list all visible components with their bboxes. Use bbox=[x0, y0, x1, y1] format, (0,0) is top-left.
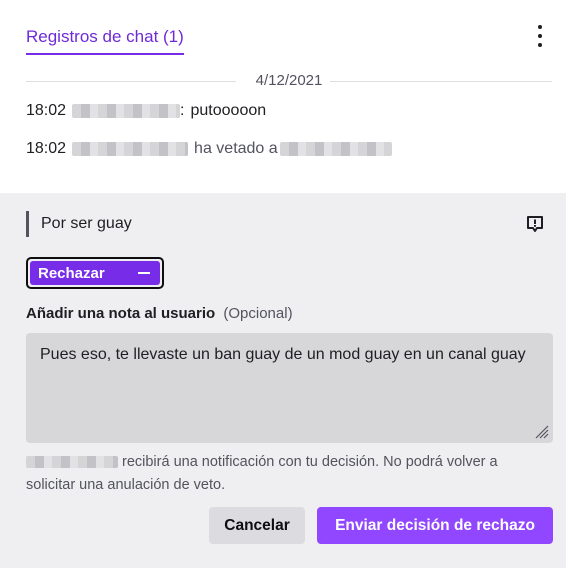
tab-chat-logs[interactable]: Registros de chat (1) bbox=[26, 27, 184, 55]
redacted-username bbox=[72, 104, 181, 118]
unban-request-panel: Por ser guay Rechazar Añadir una nota al… bbox=[0, 193, 566, 568]
resize-handle-icon[interactable] bbox=[535, 425, 549, 439]
note-optional-text: (Opcional) bbox=[223, 305, 293, 322]
chat-message: ha vetado a bbox=[194, 140, 278, 157]
chat-timestamp: 18:02 bbox=[26, 102, 67, 119]
chat-timestamp: 18:02 bbox=[26, 140, 67, 157]
redacted-username bbox=[26, 456, 118, 469]
note-textarea[interactable]: Pues eso, te llevaste un ban guay de un … bbox=[26, 333, 553, 443]
redacted-username bbox=[279, 142, 392, 156]
reject-label: Rechazar bbox=[38, 264, 105, 282]
redacted-username bbox=[72, 142, 189, 156]
notification-notice: recibirá una notificación con tu decisió… bbox=[26, 451, 546, 497]
chat-separator: : bbox=[180, 102, 185, 119]
report-icon[interactable] bbox=[526, 215, 544, 233]
note-text: Pues eso, te llevaste un ban guay de un … bbox=[40, 346, 526, 363]
chat-message: putooooon bbox=[190, 102, 267, 119]
chat-log-panel: Registros de chat (1) 4/12/2021 18:02 : … bbox=[0, 0, 566, 193]
minus-icon bbox=[138, 272, 150, 274]
cancel-button[interactable]: Cancelar bbox=[209, 507, 305, 544]
send-rejection-button[interactable]: Enviar decisión de rechazo bbox=[317, 507, 553, 544]
chat-log-line: 18:02 ha vetado a bbox=[26, 140, 392, 158]
more-options-icon[interactable] bbox=[536, 25, 544, 47]
chat-log-line: 18:02 : putooooon bbox=[26, 102, 266, 120]
note-label-text: Añadir una nota al usuario bbox=[26, 305, 216, 322]
reject-toggle[interactable]: Rechazar bbox=[26, 257, 164, 289]
ban-reason: Por ser guay bbox=[26, 211, 132, 237]
note-label: Añadir una nota al usuario (Opcional) bbox=[26, 305, 293, 322]
date-divider: 4/12/2021 bbox=[26, 72, 552, 90]
